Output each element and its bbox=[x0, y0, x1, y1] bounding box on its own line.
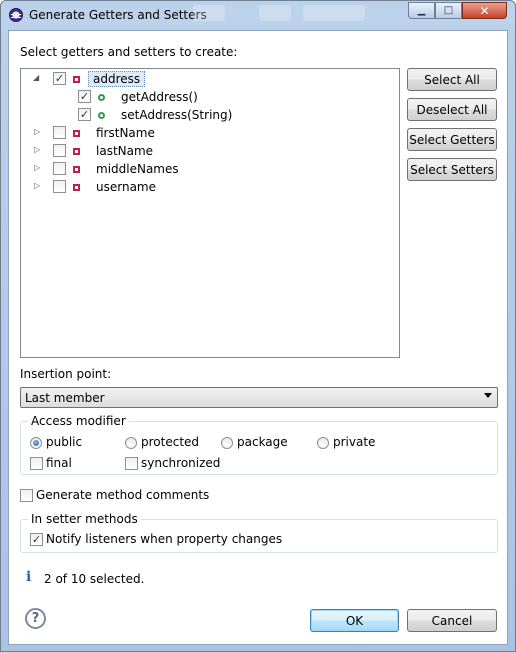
setaddress-checkbox[interactable]: ✓ bbox=[78, 108, 91, 121]
synchronized-label: synchronized bbox=[141, 456, 221, 470]
radio-private[interactable] bbox=[317, 437, 329, 449]
close-icon: ✕ bbox=[479, 3, 490, 18]
ok-button[interactable]: OK bbox=[310, 609, 399, 632]
tree-item-address[interactable]: ◢ ✓ address bbox=[21, 70, 391, 88]
background-tab bbox=[303, 5, 365, 21]
generate-comments-label: Generate method comments bbox=[36, 488, 210, 502]
tree-item-middlenames[interactable]: ▷ middleNames bbox=[21, 160, 391, 178]
help-icon[interactable]: ? bbox=[25, 608, 46, 629]
field-icon bbox=[73, 184, 80, 191]
title-bar[interactable]: Generate Getters and Setters ▁ □ ✕ bbox=[1, 1, 515, 31]
tree-item-getaddress[interactable]: ✓ getAddress() bbox=[21, 88, 391, 106]
field-icon bbox=[73, 166, 80, 173]
cancel-button[interactable]: Cancel bbox=[407, 609, 497, 632]
select-getters-button[interactable]: Select Getters bbox=[407, 128, 497, 151]
select-all-button[interactable]: Select All bbox=[407, 68, 497, 91]
tree-item-lastname[interactable]: ▷ lastName bbox=[21, 142, 391, 160]
tree-item-label: getAddress() bbox=[121, 90, 198, 104]
firstname-checkbox[interactable] bbox=[53, 126, 66, 139]
tree-item-label: middleNames bbox=[96, 162, 179, 176]
radio-protected[interactable] bbox=[125, 437, 137, 449]
select-setters-button[interactable]: Select Setters bbox=[407, 158, 497, 181]
insertion-point-value: Last member bbox=[25, 391, 105, 405]
final-label: final bbox=[46, 456, 72, 470]
group-title: Access modifier bbox=[28, 414, 129, 428]
radio-label: public bbox=[46, 435, 83, 449]
radio-label: private bbox=[333, 435, 376, 449]
radio-label: package bbox=[237, 435, 288, 449]
window-title: Generate Getters and Setters bbox=[29, 8, 207, 22]
address-checkbox[interactable]: ✓ bbox=[53, 72, 66, 85]
close-button[interactable]: ✕ bbox=[462, 2, 507, 19]
lastname-checkbox[interactable] bbox=[53, 144, 66, 157]
notify-listeners-label: Notify listeners when property changes bbox=[46, 532, 283, 546]
access-modifier-group: Access modifier public protected package… bbox=[20, 414, 498, 475]
tree-item-label: setAddress(String) bbox=[121, 108, 233, 122]
eclipse-icon bbox=[9, 8, 23, 22]
synchronized-checkbox[interactable] bbox=[125, 457, 138, 470]
method-icon bbox=[98, 94, 105, 101]
deselect-all-button[interactable]: Deselect All bbox=[407, 98, 497, 121]
background-tab bbox=[193, 5, 225, 21]
final-checkbox[interactable] bbox=[30, 457, 43, 470]
tree-item-label: address bbox=[88, 71, 146, 87]
middlenames-checkbox[interactable] bbox=[53, 162, 66, 175]
window-controls: ▁ □ ✕ bbox=[408, 2, 507, 20]
field-icon bbox=[73, 76, 80, 83]
background-tab bbox=[259, 5, 291, 21]
method-icon bbox=[98, 112, 105, 119]
tree-item-label: firstName bbox=[96, 126, 155, 140]
notify-listeners-checkbox[interactable]: ✓ bbox=[30, 533, 43, 546]
collapsed-arrow-icon[interactable]: ▷ bbox=[34, 181, 40, 190]
tree-item-username[interactable]: ▷ username bbox=[21, 178, 391, 196]
collapsed-arrow-icon[interactable]: ▷ bbox=[34, 127, 40, 136]
dialog-window: Generate Getters and Setters ▁ □ ✕ Selec… bbox=[0, 0, 516, 652]
tree-item-setaddress[interactable]: ✓ setAddress(String) bbox=[21, 106, 391, 124]
expanded-arrow-icon[interactable]: ◢ bbox=[33, 73, 39, 82]
collapsed-arrow-icon[interactable]: ▷ bbox=[34, 145, 40, 154]
field-icon bbox=[73, 148, 80, 155]
generate-comments-checkbox[interactable] bbox=[20, 489, 33, 502]
insertion-point-select[interactable]: Last member bbox=[20, 387, 498, 408]
info-icon: i bbox=[26, 569, 32, 585]
radio-label: protected bbox=[141, 435, 200, 449]
tree-heading: Select getters and setters to create: bbox=[20, 45, 238, 59]
insertion-point-label: Insertion point: bbox=[20, 367, 112, 381]
maximize-icon: □ bbox=[443, 5, 454, 16]
setter-methods-group: In setter methods ✓ Notify listeners whe… bbox=[20, 512, 498, 553]
chevron-down-icon bbox=[484, 393, 492, 398]
username-checkbox[interactable] bbox=[53, 180, 66, 193]
getaddress-checkbox[interactable]: ✓ bbox=[78, 90, 91, 103]
tree-item-firstname[interactable]: ▷ firstName bbox=[21, 124, 391, 142]
members-tree[interactable]: ◢ ✓ address ✓ getAddress() ✓ setAddress(… bbox=[20, 68, 400, 358]
dialog-body: Select getters and setters to create: ◢ … bbox=[8, 30, 508, 645]
status-text: 2 of 10 selected. bbox=[44, 572, 145, 586]
radio-package[interactable] bbox=[221, 437, 233, 449]
collapsed-arrow-icon[interactable]: ▷ bbox=[34, 163, 40, 172]
field-icon bbox=[73, 130, 80, 137]
minimize-icon: ▁ bbox=[417, 5, 426, 16]
tree-item-label: lastName bbox=[96, 144, 154, 158]
maximize-button[interactable]: □ bbox=[435, 2, 462, 19]
minimize-button[interactable]: ▁ bbox=[408, 2, 435, 19]
tree-item-label: username bbox=[96, 180, 156, 194]
group-title: In setter methods bbox=[28, 512, 141, 526]
radio-public[interactable] bbox=[30, 437, 42, 449]
